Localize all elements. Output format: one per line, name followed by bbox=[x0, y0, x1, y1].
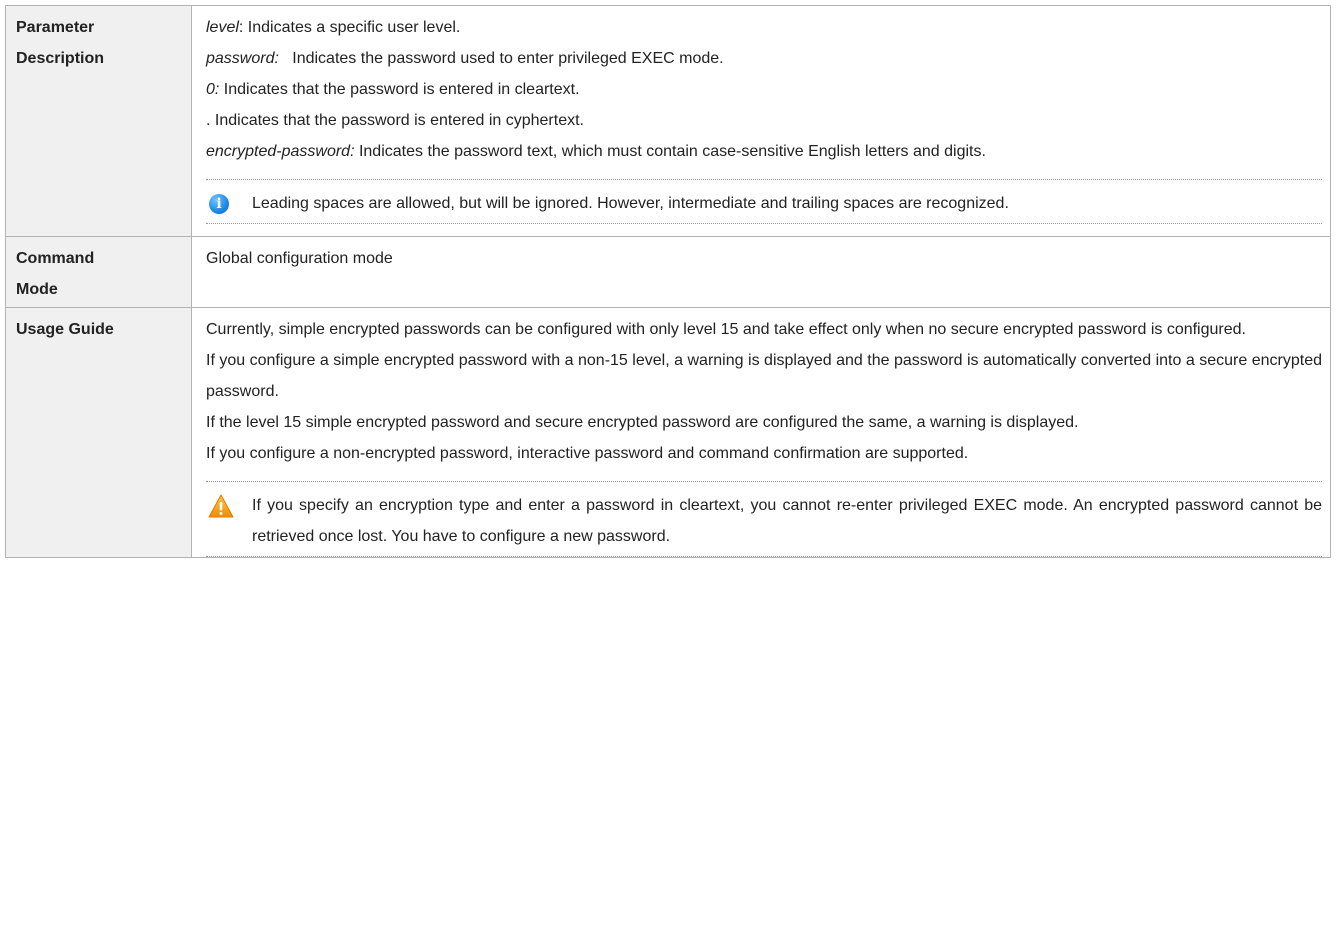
usage-guide-label: Usage Guide bbox=[16, 321, 114, 338]
info-icon: i bbox=[209, 194, 229, 214]
param-line-cyphertext: . Indicates that the password is entered… bbox=[206, 105, 1322, 136]
parameter-description-label-cell: Parameter Description bbox=[5, 5, 192, 237]
param-desc: : Indicates a specific user level. bbox=[238, 19, 461, 36]
param-desc: Indicates that the password is entered i… bbox=[219, 81, 580, 98]
param-term: password: bbox=[206, 50, 279, 67]
command-mode-text: Global configuration mode bbox=[206, 250, 393, 267]
command-mode-content: Global configuration mode bbox=[191, 236, 1331, 308]
param-desc: Indicates the password text, which must … bbox=[354, 143, 986, 160]
warning-icon-wrap bbox=[206, 490, 252, 521]
row-parameter-description: Parameter Description level: Indicates a… bbox=[5, 5, 1331, 237]
param-line-level: level: Indicates a specific user level. bbox=[206, 12, 1322, 43]
info-note: i Leading spaces are allowed, but will b… bbox=[206, 179, 1322, 224]
command-mode-label-line2: Mode bbox=[16, 281, 58, 298]
param-term: encrypted-password: bbox=[206, 143, 355, 160]
info-note-text: Leading spaces are allowed, but will be … bbox=[252, 195, 1009, 212]
usage-paragraph: Currently, simple encrypted passwords ca… bbox=[206, 321, 1246, 338]
param-line-encrypted-password: encrypted-password: Indicates the passwo… bbox=[206, 136, 1322, 167]
param-desc: Indicates the password used to enter pri… bbox=[278, 50, 724, 67]
usage-paragraph: If you configure a non-encrypted passwor… bbox=[206, 445, 969, 462]
parameter-label-line2: Description bbox=[16, 50, 105, 67]
param-term: level bbox=[206, 19, 239, 36]
usage-paragraph: If you configure a simple encrypted pass… bbox=[206, 352, 1322, 400]
usage-guide-content: Currently, simple encrypted passwords ca… bbox=[191, 307, 1331, 558]
param-desc: . Indicates that the password is entered… bbox=[206, 112, 584, 129]
param-line-zero: 0: Indicates that the password is entere… bbox=[206, 74, 1322, 105]
param-line-password: password: Indicates the password used to… bbox=[206, 43, 1322, 74]
info-icon-wrap: i bbox=[206, 188, 252, 219]
parameter-description-content: level: Indicates a specific user level. … bbox=[191, 5, 1331, 237]
row-usage-guide: Usage Guide Currently, simple encrypted … bbox=[5, 307, 1331, 558]
param-term: 0: bbox=[206, 81, 220, 98]
usage-guide-label-cell: Usage Guide bbox=[5, 307, 192, 558]
warning-icon bbox=[208, 494, 234, 518]
warning-note-text: If you specify an encryption type and en… bbox=[252, 497, 1322, 545]
usage-paragraph: If the level 15 simple encrypted passwor… bbox=[206, 414, 1079, 431]
row-command-mode: Command Mode Global configuration mode bbox=[5, 236, 1331, 308]
command-mode-label-line1: Command bbox=[16, 250, 95, 267]
command-mode-label-cell: Command Mode bbox=[5, 236, 192, 308]
parameter-table: Parameter Description level: Indicates a… bbox=[5, 5, 1331, 558]
warning-note: If you specify an encryption type and en… bbox=[206, 481, 1322, 557]
parameter-label-line1: Parameter bbox=[16, 19, 95, 36]
